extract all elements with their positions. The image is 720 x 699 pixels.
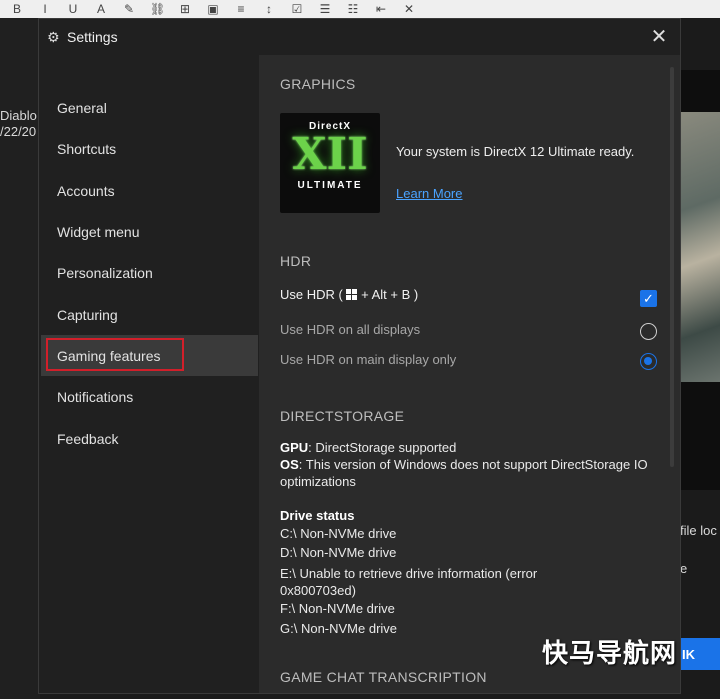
watermark: 快马导航网 <box>542 638 678 668</box>
section-heading-graphics: GRAPHICS <box>280 76 356 92</box>
sidebar-item-label: Accounts <box>57 182 115 199</box>
drive-item: E:\ Unable to retrieve drive information… <box>280 566 538 598</box>
indent-icon[interactable]: ⇤ <box>374 2 388 16</box>
sidebar-item-label: Shortcuts <box>57 140 117 157</box>
sidebar-item-accounts[interactable]: Accounts <box>41 170 258 211</box>
sidebar-item-widget-menu[interactable]: Widget menu <box>41 211 258 252</box>
scrollbar[interactable] <box>670 67 674 467</box>
settings-sidebar: General Shortcuts Accounts Widget menu P… <box>39 55 259 693</box>
insert-icon[interactable]: ⊞ <box>178 2 192 16</box>
numbered-list-icon[interactable]: ☷ <box>346 2 360 16</box>
highlight-box <box>46 338 184 371</box>
settings-dialog: ⚙ Settings ✕ General Shortcuts Accounts … <box>38 18 681 694</box>
background-toolbar: B I U A ✎ ⛓ ⊞ ▣ ≡ ↕ ☑ ☰ ☷ ⇤ ✕ <box>0 0 720 18</box>
clear-format-icon[interactable]: ✕ <box>402 2 416 16</box>
use-hdr-checkbox[interactable]: ✓ <box>640 290 657 307</box>
bullet-list-icon[interactable]: ☰ <box>318 2 332 16</box>
link-icon[interactable]: ⛓ <box>150 2 165 16</box>
highlight-icon[interactable]: ✎ <box>122 2 136 16</box>
dialog-title: Settings <box>67 29 118 45</box>
checklist-icon[interactable]: ☑ <box>290 2 304 16</box>
section-heading-directstorage: DIRECTSTORAGE <box>280 408 405 424</box>
title-bar: ⚙ Settings ✕ <box>39 19 680 55</box>
underline-icon[interactable]: U <box>66 2 80 16</box>
hdr-all-displays-radio[interactable] <box>640 323 657 340</box>
os-status: OS: This version of Windows does not sup… <box>280 457 648 489</box>
sidebar-item-gaming-features[interactable]: Gaming features <box>41 335 258 376</box>
bold-icon[interactable]: B <box>10 2 24 16</box>
sidebar-item-label: Personalization <box>57 264 153 281</box>
sidebar-item-capturing[interactable]: Capturing <box>41 294 258 335</box>
sidebar-item-label: General <box>57 99 107 116</box>
sidebar-item-label: Capturing <box>57 306 118 323</box>
background-ok-button[interactable]: IK <box>678 638 720 670</box>
hdr-main-display-label: Use HDR on main display only <box>280 352 457 367</box>
section-heading-game-chat-transcription: GAME CHAT TRANSCRIPTION <box>280 669 487 685</box>
drive-item: F:\ Non-NVMe drive <box>280 601 395 616</box>
background-text: e <box>680 561 688 576</box>
use-hdr-label: Use HDR ( + Alt + B ) <box>280 287 419 302</box>
sidebar-item-feedback[interactable]: Feedback <box>41 418 258 459</box>
drive-status-heading: Drive status <box>280 508 355 523</box>
drive-item: D:\ Non-NVMe drive <box>280 545 397 560</box>
section-heading-hdr: HDR <box>280 253 312 269</box>
image-icon[interactable]: ▣ <box>206 2 220 16</box>
sidebar-item-shortcuts[interactable]: Shortcuts <box>41 128 258 169</box>
sidebar-item-general[interactable]: General <box>41 87 258 128</box>
text-color-icon[interactable]: A <box>94 2 108 16</box>
sidebar-item-personalization[interactable]: Personalization <box>41 252 258 293</box>
align-icon[interactable]: ≡ <box>234 2 248 16</box>
gpu-status: GPU: DirectStorage supported <box>280 440 457 455</box>
directx-12-ultimate-logo: DirectX XII ULTIMATE <box>280 113 380 213</box>
italic-icon[interactable]: I <box>38 2 52 16</box>
line-spacing-icon[interactable]: ↕ <box>262 2 276 16</box>
gear-icon: ⚙ <box>47 29 60 45</box>
windows-logo-icon <box>346 289 358 300</box>
sidebar-item-notifications[interactable]: Notifications <box>41 376 258 417</box>
background-game-image <box>680 112 720 382</box>
sidebar-item-label: Feedback <box>57 430 119 447</box>
settings-content: GRAPHICS DirectX XII ULTIMATE Your syste… <box>259 55 680 693</box>
background-game-title: Diablo /22/20 <box>0 108 37 139</box>
drive-item: G:\ Non-NVMe drive <box>280 621 398 636</box>
directx-status-text: Your system is DirectX 12 Ultimate ready… <box>396 144 635 159</box>
learn-more-link[interactable]: Learn More <box>396 186 462 201</box>
drive-item: C:\ Non-NVMe drive <box>280 526 397 541</box>
sidebar-item-label: Widget menu <box>57 223 140 240</box>
hdr-all-displays-label: Use HDR on all displays <box>280 322 421 337</box>
background-file-location-text: file loc <box>680 523 717 538</box>
close-icon[interactable]: ✕ <box>648 26 670 48</box>
hdr-main-display-radio[interactable] <box>640 353 657 370</box>
sidebar-item-label: Notifications <box>57 388 134 405</box>
